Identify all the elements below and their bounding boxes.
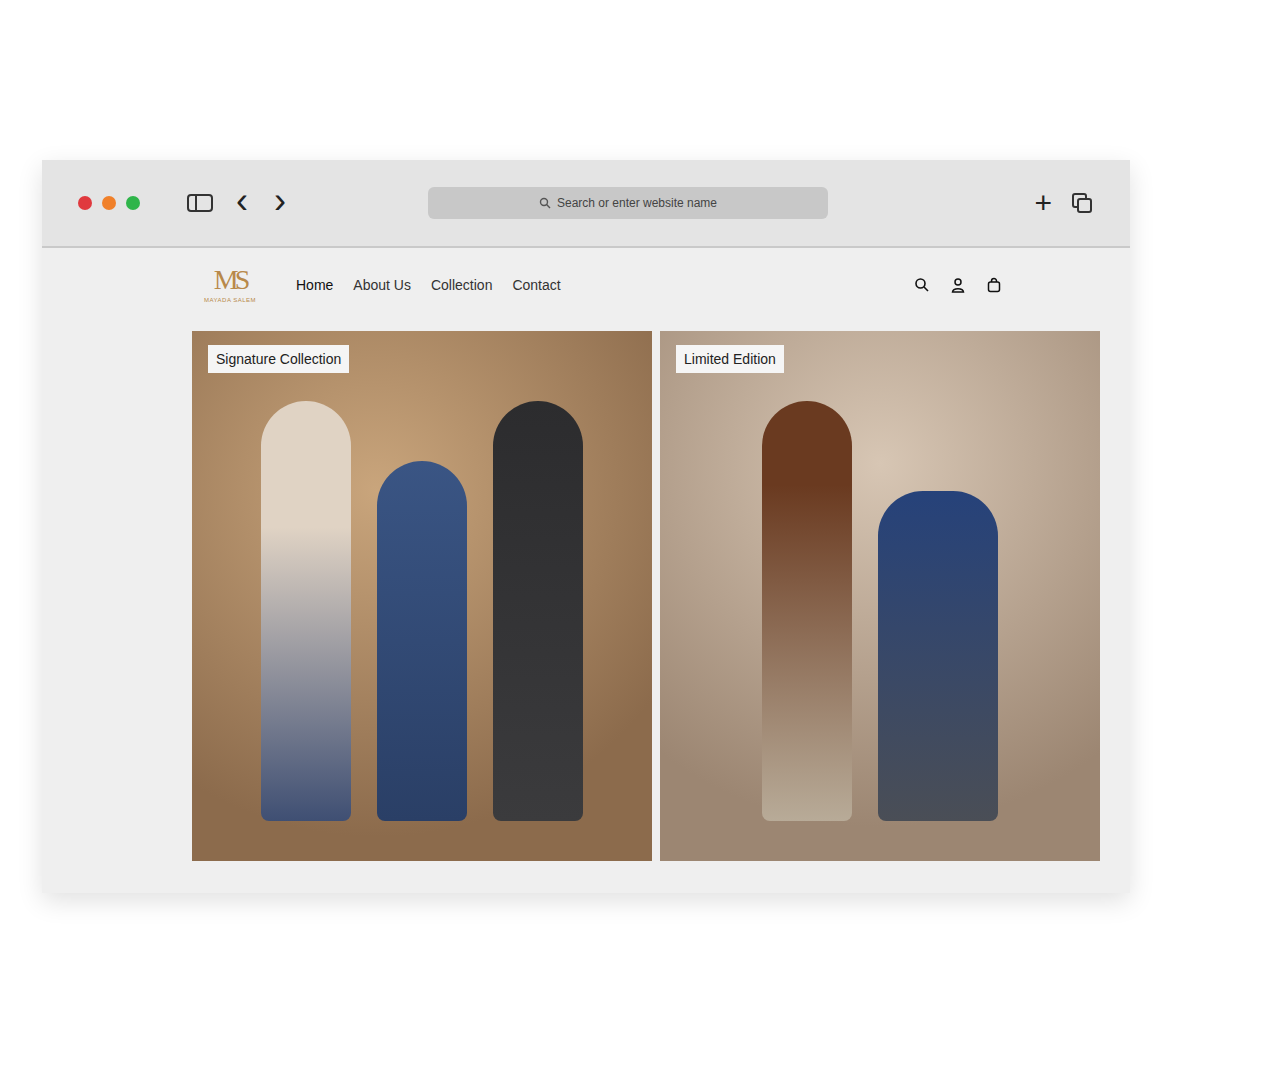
photo — [660, 331, 1100, 861]
nav-item[interactable]: Collection — [431, 277, 492, 293]
web-page: MS MAYADA SALEM Home About Us Collection Cont… — [42, 248, 1130, 893]
maximize-button[interactable] — [126, 196, 140, 210]
model-figure — [878, 491, 998, 821]
new-tab-button[interactable]: + — [1034, 188, 1052, 218]
search-icon[interactable] — [914, 277, 930, 293]
logo-name: MAYADA SALEM — [204, 297, 256, 303]
collection-card[interactable]: Signature Collection — [192, 331, 652, 861]
traffic-lights — [78, 196, 140, 210]
collection-card[interactable]: Limited Edition — [660, 331, 1100, 861]
card-badge: Signature Collection — [208, 345, 349, 373]
model-figure — [377, 461, 467, 821]
card-badge: Limited Edition — [676, 345, 784, 373]
user-icon[interactable] — [950, 277, 966, 293]
sidebar-icon[interactable] — [186, 192, 214, 214]
logo[interactable]: MS MAYADA SALEM — [198, 266, 262, 303]
collection-cards: Signature Collection Limited Edition — [42, 331, 1130, 861]
search-icon — [539, 197, 551, 209]
nav-item[interactable]: Contact — [512, 277, 560, 293]
header-actions — [914, 277, 1002, 293]
model-figure — [261, 401, 351, 821]
main-nav: Home About Us Collection Contact — [296, 277, 561, 293]
bag-icon[interactable] — [986, 277, 1002, 293]
browser-window: ‹ › Search or enter website name + MS MAYADA … — [42, 160, 1130, 893]
browser-toolbar: ‹ › Search or enter website name + — [42, 160, 1130, 248]
site-header: MS MAYADA SALEM Home About Us Collection Cont… — [42, 248, 1130, 331]
address-bar[interactable]: Search or enter website name — [428, 187, 828, 219]
nav-item[interactable]: About Us — [353, 277, 411, 293]
minimize-button[interactable] — [102, 196, 116, 210]
model-figure — [762, 401, 852, 821]
photo — [192, 331, 652, 861]
logo-monogram: MS — [214, 266, 246, 294]
model-figure — [493, 401, 583, 821]
nav-item[interactable]: Home — [296, 277, 333, 293]
forward-button[interactable]: › — [270, 183, 290, 219]
close-button[interactable] — [78, 196, 92, 210]
tabs-overview-icon[interactable] — [1070, 191, 1094, 215]
page: ‹ › Search or enter website name + MS MAYADA … — [0, 0, 1280, 1067]
back-button[interactable]: ‹ — [232, 183, 252, 219]
